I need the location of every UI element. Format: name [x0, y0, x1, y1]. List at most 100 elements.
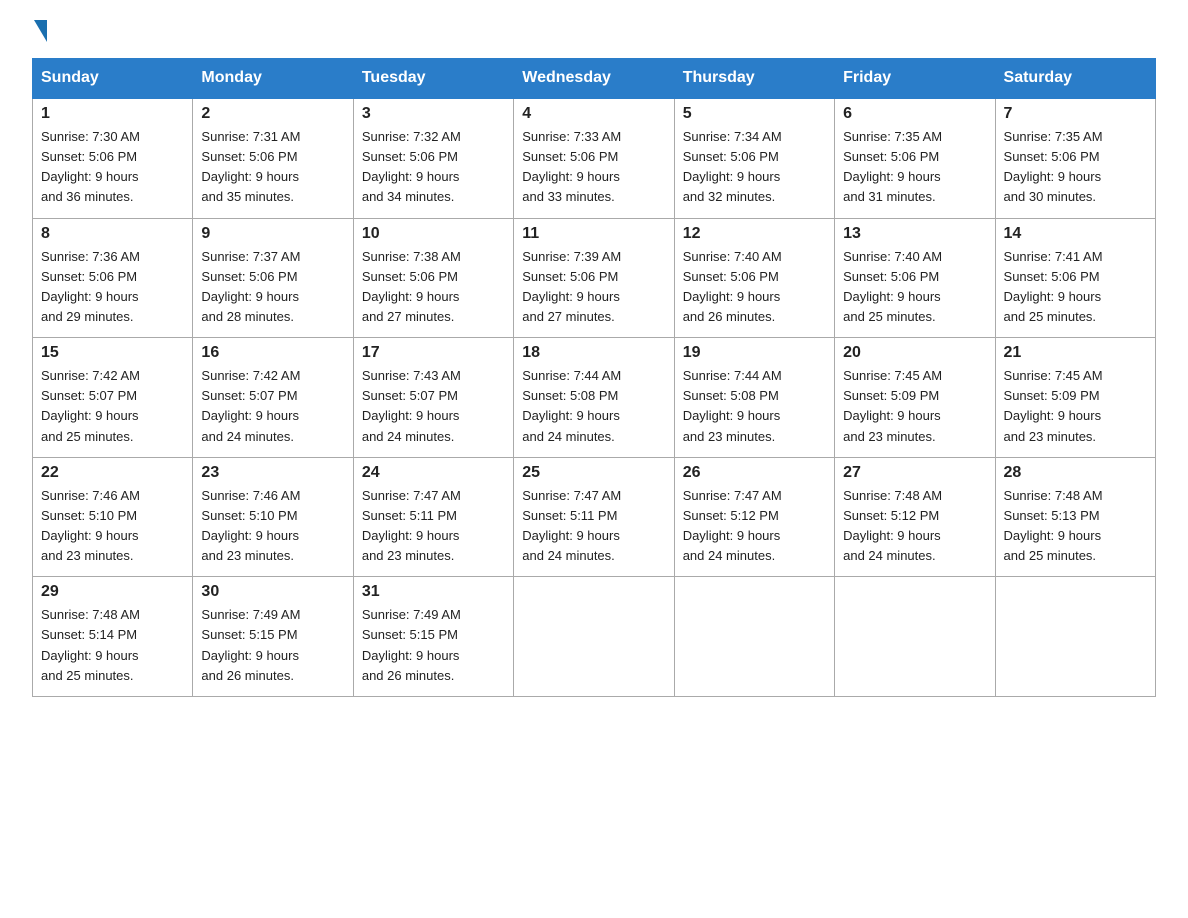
calendar-cell: 30 Sunrise: 7:49 AMSunset: 5:15 PMDaylig… — [193, 577, 353, 697]
calendar-cell: 2 Sunrise: 7:31 AMSunset: 5:06 PMDayligh… — [193, 98, 353, 218]
day-info: Sunrise: 7:48 AMSunset: 5:13 PMDaylight:… — [1004, 488, 1103, 563]
day-number: 21 — [1004, 344, 1147, 362]
day-info: Sunrise: 7:35 AMSunset: 5:06 PMDaylight:… — [843, 129, 942, 204]
calendar-cell: 26 Sunrise: 7:47 AMSunset: 5:12 PMDaylig… — [674, 457, 834, 577]
day-number: 13 — [843, 225, 986, 243]
day-number: 26 — [683, 464, 826, 482]
day-info: Sunrise: 7:46 AMSunset: 5:10 PMDaylight:… — [41, 488, 140, 563]
weekday-header-wednesday: Wednesday — [514, 59, 674, 99]
calendar-cell: 4 Sunrise: 7:33 AMSunset: 5:06 PMDayligh… — [514, 98, 674, 218]
day-info: Sunrise: 7:47 AMSunset: 5:12 PMDaylight:… — [683, 488, 782, 563]
day-number: 15 — [41, 344, 184, 362]
day-info: Sunrise: 7:45 AMSunset: 5:09 PMDaylight:… — [843, 368, 942, 443]
day-info: Sunrise: 7:38 AMSunset: 5:06 PMDaylight:… — [362, 249, 461, 324]
calendar-cell: 27 Sunrise: 7:48 AMSunset: 5:12 PMDaylig… — [835, 457, 995, 577]
day-info: Sunrise: 7:39 AMSunset: 5:06 PMDaylight:… — [522, 249, 621, 324]
day-info: Sunrise: 7:36 AMSunset: 5:06 PMDaylight:… — [41, 249, 140, 324]
calendar-cell: 29 Sunrise: 7:48 AMSunset: 5:14 PMDaylig… — [33, 577, 193, 697]
weekday-header-sunday: Sunday — [33, 59, 193, 99]
day-info: Sunrise: 7:48 AMSunset: 5:12 PMDaylight:… — [843, 488, 942, 563]
day-info: Sunrise: 7:31 AMSunset: 5:06 PMDaylight:… — [201, 129, 300, 204]
calendar-week-row: 22 Sunrise: 7:46 AMSunset: 5:10 PMDaylig… — [33, 457, 1156, 577]
day-number: 2 — [201, 105, 344, 123]
day-number: 24 — [362, 464, 505, 482]
day-info: Sunrise: 7:35 AMSunset: 5:06 PMDaylight:… — [1004, 129, 1103, 204]
day-info: Sunrise: 7:41 AMSunset: 5:06 PMDaylight:… — [1004, 249, 1103, 324]
day-number: 8 — [41, 225, 184, 243]
day-number: 29 — [41, 583, 184, 601]
day-info: Sunrise: 7:45 AMSunset: 5:09 PMDaylight:… — [1004, 368, 1103, 443]
weekday-header-saturday: Saturday — [995, 59, 1155, 99]
day-number: 3 — [362, 105, 505, 123]
calendar-cell: 1 Sunrise: 7:30 AMSunset: 5:06 PMDayligh… — [33, 98, 193, 218]
day-number: 30 — [201, 583, 344, 601]
day-info: Sunrise: 7:49 AMSunset: 5:15 PMDaylight:… — [201, 607, 300, 682]
day-number: 23 — [201, 464, 344, 482]
logo-arrow-icon — [34, 20, 47, 42]
calendar-cell: 15 Sunrise: 7:42 AMSunset: 5:07 PMDaylig… — [33, 338, 193, 458]
calendar-cell — [674, 577, 834, 697]
calendar-cell: 11 Sunrise: 7:39 AMSunset: 5:06 PMDaylig… — [514, 218, 674, 338]
day-info: Sunrise: 7:44 AMSunset: 5:08 PMDaylight:… — [522, 368, 621, 443]
day-info: Sunrise: 7:42 AMSunset: 5:07 PMDaylight:… — [201, 368, 300, 443]
day-number: 18 — [522, 344, 665, 362]
calendar-cell: 7 Sunrise: 7:35 AMSunset: 5:06 PMDayligh… — [995, 98, 1155, 218]
day-number: 5 — [683, 105, 826, 123]
calendar-cell: 6 Sunrise: 7:35 AMSunset: 5:06 PMDayligh… — [835, 98, 995, 218]
day-number: 25 — [522, 464, 665, 482]
day-info: Sunrise: 7:43 AMSunset: 5:07 PMDaylight:… — [362, 368, 461, 443]
calendar-cell — [835, 577, 995, 697]
calendar-cell: 20 Sunrise: 7:45 AMSunset: 5:09 PMDaylig… — [835, 338, 995, 458]
day-number: 19 — [683, 344, 826, 362]
calendar-week-row: 29 Sunrise: 7:48 AMSunset: 5:14 PMDaylig… — [33, 577, 1156, 697]
logo — [32, 24, 47, 42]
day-number: 9 — [201, 225, 344, 243]
calendar-cell: 8 Sunrise: 7:36 AMSunset: 5:06 PMDayligh… — [33, 218, 193, 338]
calendar-cell: 28 Sunrise: 7:48 AMSunset: 5:13 PMDaylig… — [995, 457, 1155, 577]
day-number: 31 — [362, 583, 505, 601]
day-info: Sunrise: 7:32 AMSunset: 5:06 PMDaylight:… — [362, 129, 461, 204]
calendar-week-row: 1 Sunrise: 7:30 AMSunset: 5:06 PMDayligh… — [33, 98, 1156, 218]
calendar-cell: 16 Sunrise: 7:42 AMSunset: 5:07 PMDaylig… — [193, 338, 353, 458]
day-number: 28 — [1004, 464, 1147, 482]
calendar-cell: 9 Sunrise: 7:37 AMSunset: 5:06 PMDayligh… — [193, 218, 353, 338]
calendar-table: SundayMondayTuesdayWednesdayThursdayFrid… — [32, 58, 1156, 697]
calendar-week-row: 8 Sunrise: 7:36 AMSunset: 5:06 PMDayligh… — [33, 218, 1156, 338]
day-number: 20 — [843, 344, 986, 362]
day-number: 6 — [843, 105, 986, 123]
day-number: 22 — [41, 464, 184, 482]
day-info: Sunrise: 7:40 AMSunset: 5:06 PMDaylight:… — [683, 249, 782, 324]
day-info: Sunrise: 7:42 AMSunset: 5:07 PMDaylight:… — [41, 368, 140, 443]
calendar-cell: 24 Sunrise: 7:47 AMSunset: 5:11 PMDaylig… — [353, 457, 513, 577]
calendar-cell: 31 Sunrise: 7:49 AMSunset: 5:15 PMDaylig… — [353, 577, 513, 697]
day-number: 27 — [843, 464, 986, 482]
calendar-cell: 23 Sunrise: 7:46 AMSunset: 5:10 PMDaylig… — [193, 457, 353, 577]
calendar-cell: 22 Sunrise: 7:46 AMSunset: 5:10 PMDaylig… — [33, 457, 193, 577]
day-info: Sunrise: 7:37 AMSunset: 5:06 PMDaylight:… — [201, 249, 300, 324]
day-info: Sunrise: 7:48 AMSunset: 5:14 PMDaylight:… — [41, 607, 140, 682]
day-info: Sunrise: 7:30 AMSunset: 5:06 PMDaylight:… — [41, 129, 140, 204]
day-number: 11 — [522, 225, 665, 243]
day-info: Sunrise: 7:40 AMSunset: 5:06 PMDaylight:… — [843, 249, 942, 324]
calendar-cell: 25 Sunrise: 7:47 AMSunset: 5:11 PMDaylig… — [514, 457, 674, 577]
day-number: 16 — [201, 344, 344, 362]
calendar-cell — [995, 577, 1155, 697]
day-info: Sunrise: 7:47 AMSunset: 5:11 PMDaylight:… — [522, 488, 621, 563]
calendar-cell: 19 Sunrise: 7:44 AMSunset: 5:08 PMDaylig… — [674, 338, 834, 458]
day-number: 4 — [522, 105, 665, 123]
calendar-cell: 21 Sunrise: 7:45 AMSunset: 5:09 PMDaylig… — [995, 338, 1155, 458]
day-info: Sunrise: 7:46 AMSunset: 5:10 PMDaylight:… — [201, 488, 300, 563]
calendar-cell: 13 Sunrise: 7:40 AMSunset: 5:06 PMDaylig… — [835, 218, 995, 338]
weekday-header-thursday: Thursday — [674, 59, 834, 99]
calendar-cell: 5 Sunrise: 7:34 AMSunset: 5:06 PMDayligh… — [674, 98, 834, 218]
calendar-week-row: 15 Sunrise: 7:42 AMSunset: 5:07 PMDaylig… — [33, 338, 1156, 458]
page-header — [32, 24, 1156, 42]
day-number: 10 — [362, 225, 505, 243]
calendar-cell: 3 Sunrise: 7:32 AMSunset: 5:06 PMDayligh… — [353, 98, 513, 218]
day-number: 7 — [1004, 105, 1147, 123]
day-number: 14 — [1004, 225, 1147, 243]
day-info: Sunrise: 7:44 AMSunset: 5:08 PMDaylight:… — [683, 368, 782, 443]
weekday-header-monday: Monday — [193, 59, 353, 99]
day-info: Sunrise: 7:49 AMSunset: 5:15 PMDaylight:… — [362, 607, 461, 682]
day-number: 12 — [683, 225, 826, 243]
